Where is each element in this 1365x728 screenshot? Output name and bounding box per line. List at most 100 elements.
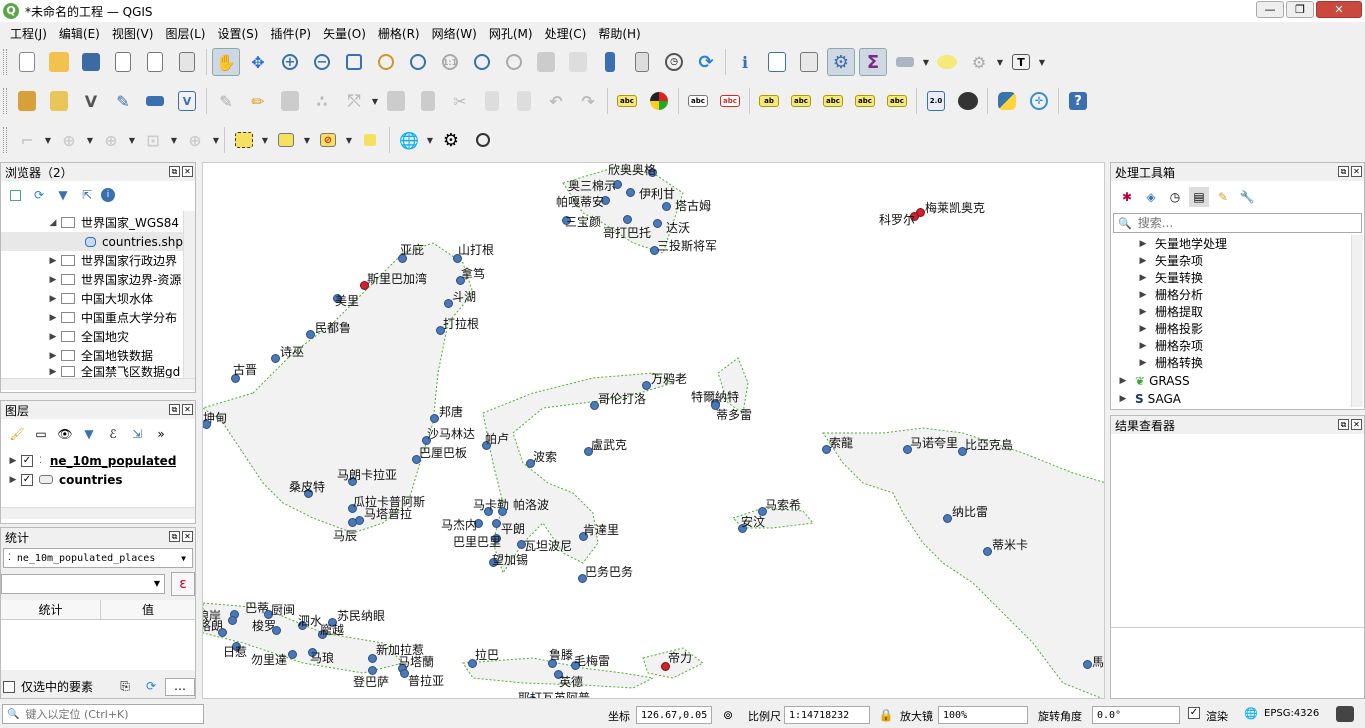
locator-input[interactable] <box>25 707 196 721</box>
digitize-icon[interactable]: ✎ <box>109 87 137 115</box>
city-marker[interactable] <box>306 330 315 339</box>
quick-osm-icon[interactable] <box>954 87 982 115</box>
style-manager-icon[interactable] <box>173 48 201 76</box>
toolbox-provider-saga[interactable]: ▶ S SAGA <box>1111 390 1181 407</box>
toggle-editing-icon[interactable]: ✏ <box>244 87 272 115</box>
scale-field[interactable]: 1:14718232 <box>784 706 870 724</box>
history-icon[interactable]: ◷ <box>1165 187 1185 207</box>
new-3d-bookmark-icon[interactable] <box>596 48 624 76</box>
browser-scrollbar[interactable] <box>183 211 195 378</box>
city-marker[interactable] <box>288 650 297 659</box>
layer-item-countries[interactable]: ▶ ✓ countries <box>1 470 123 489</box>
models-icon[interactable]: ✱ <box>1117 187 1137 207</box>
merge-dropdown-icon[interactable]: ▼ <box>211 136 221 145</box>
layers-hscrollbar[interactable] <box>1 507 195 519</box>
magnifier-field[interactable]: 100% <box>938 706 1028 724</box>
style-panel-icon[interactable]: 🖌 <box>7 424 27 444</box>
maximize-button[interactable]: ❐ <box>1286 1 1314 18</box>
browser-item-folder[interactable]: ▶ 全国地铁数据 <box>1 346 153 365</box>
select-value-dropdown-icon[interactable]: ▼ <box>302 136 312 145</box>
close-panel-icon[interactable]: ✕ <box>182 404 193 415</box>
save-project-icon[interactable] <box>77 48 105 76</box>
city-marker[interactable] <box>1083 660 1092 669</box>
options-icon[interactable]: 🔧 <box>1237 187 1257 207</box>
copy-icon[interactable]: ⎘ <box>115 676 135 696</box>
refresh-icon[interactable]: ⟳ <box>692 48 720 76</box>
statistical-summary-icon[interactable]: Σ <box>859 48 887 76</box>
float-icon[interactable]: ⧉ <box>1338 419 1349 430</box>
select-dropdown-icon[interactable]: ▼ <box>260 136 270 145</box>
zoom-rubberband-icon[interactable] <box>340 48 368 76</box>
selected-only-checkbox[interactable] <box>3 680 15 693</box>
stats-col-value[interactable]: 值 <box>101 600 195 619</box>
toolbox-group[interactable]: ▶ 栅格杂项 <box>1111 337 1203 354</box>
results-icon[interactable]: ▤ <box>1189 187 1209 207</box>
float-icon[interactable]: ⧉ <box>169 531 180 542</box>
options-gear-icon[interactable]: ⚙ <box>437 126 465 154</box>
split-dropdown-icon[interactable]: ▼ <box>169 136 179 145</box>
spatial-bookmarks-icon[interactable] <box>628 48 656 76</box>
zoom-native-icon[interactable]: 1:1 <box>436 48 464 76</box>
attribute-table-icon[interactable] <box>763 48 791 76</box>
close-button[interactable]: ✕ <box>1316 1 1362 18</box>
collapse-all-icon[interactable]: ⇱ <box>77 185 97 205</box>
toggle-extents-icon[interactable]: ⊚ <box>718 705 738 725</box>
layer-item-populated[interactable]: ▶ ✓ ⁚ ne_10m_populated <box>1 451 177 470</box>
menu-processing[interactable]: 处理(C) <box>539 25 593 42</box>
float-icon[interactable]: ⧉ <box>169 166 180 177</box>
processing-toolbox-icon[interactable]: ⚙ <box>827 48 855 76</box>
identify-features-icon[interactable]: ℹ <box>731 48 759 76</box>
label-unpin-icon[interactable]: abc <box>716 87 744 115</box>
add-layer-icon[interactable] <box>45 87 73 115</box>
pan-to-selection-icon[interactable]: ✥ <box>244 48 272 76</box>
city-marker[interactable] <box>430 414 439 423</box>
toolbox-group[interactable]: ▶ 矢量地学处理 <box>1111 235 1227 252</box>
manage-visibility-icon[interactable]: 👁 <box>55 424 75 444</box>
toolbox-group[interactable]: ▶ 栅格分析 <box>1111 286 1203 303</box>
menu-mesh[interactable]: 网孔(M) <box>483 25 539 42</box>
menu-raster[interactable]: 栅格(R) <box>372 25 426 42</box>
python-console-icon[interactable] <box>993 87 1021 115</box>
stats-field-select[interactable]: ▼ <box>1 574 165 594</box>
float-icon[interactable]: ⧉ <box>169 404 180 415</box>
toolbox-search-input[interactable] <box>1137 216 1338 230</box>
label-show-hide-icon[interactable]: abc <box>787 87 815 115</box>
gps-tool-icon[interactable]: ✛ <box>1025 87 1053 115</box>
close-panel-icon[interactable]: ✕ <box>1351 419 1362 430</box>
toolbox-search[interactable]: 🔍 <box>1113 213 1362 233</box>
city-marker[interactable] <box>653 219 662 228</box>
edit-features-icon[interactable]: ✎ <box>1213 187 1233 207</box>
city-marker[interactable] <box>983 547 992 556</box>
split-features-icon[interactable]: ⊡ <box>139 126 167 154</box>
browser-item-folder[interactable]: ▶ 全国地灾 <box>1 327 129 346</box>
toolbox-group[interactable]: ▶ 矢量杂项 <box>1111 252 1203 269</box>
open-project-icon[interactable] <box>45 48 73 76</box>
city-marker[interactable] <box>218 628 227 637</box>
reshape-icon[interactable]: ⊕ <box>97 126 125 154</box>
coordinate-field[interactable]: 126.67,0.05 <box>636 706 712 724</box>
menu-settings[interactable]: 设置(S) <box>212 25 265 42</box>
browser-item-folder[interactable]: ▶ 中国重点大学分布 <box>1 308 177 327</box>
text-annotation-icon[interactable]: T <box>1007 48 1035 76</box>
measure-dropdown-icon[interactable]: ▼ <box>921 58 931 67</box>
offset-curve-icon[interactable]: ⊕ <box>55 126 83 154</box>
more-options-button[interactable]: … <box>165 678 195 696</box>
layout-manager-icon[interactable] <box>141 48 169 76</box>
pan-tool-icon[interactable]: ✋ <box>212 48 240 76</box>
stats-layer-select[interactable]: ⁚ ne_10m_populated_places ▼ <box>3 548 193 568</box>
decorations-icon[interactable]: ⚙ <box>965 48 993 76</box>
new-bookmark-icon[interactable] <box>532 48 560 76</box>
new-print-layout-icon[interactable] <box>109 48 137 76</box>
add-group-icon[interactable]: ▭ <box>31 424 51 444</box>
select-features-icon[interactable] <box>230 126 258 154</box>
menu-help[interactable]: 帮助(H) <box>592 25 646 42</box>
browser-hscrollbar[interactable] <box>1 378 195 390</box>
close-panel-icon[interactable]: ✕ <box>182 166 193 177</box>
zoom-last-icon[interactable] <box>468 48 496 76</box>
browser-item-folder[interactable]: ▶ 世界国家行政边界 <box>1 251 177 270</box>
deselect-dropdown-icon[interactable]: ▼ <box>344 136 354 145</box>
more-icon[interactable]: » <box>151 424 171 444</box>
browser-item-folder[interactable]: ▶ 中国大坝水体 <box>1 289 153 308</box>
menu-edit[interactable]: 编辑(E) <box>53 25 106 42</box>
filter-browser-icon[interactable]: ▼ <box>53 185 73 205</box>
